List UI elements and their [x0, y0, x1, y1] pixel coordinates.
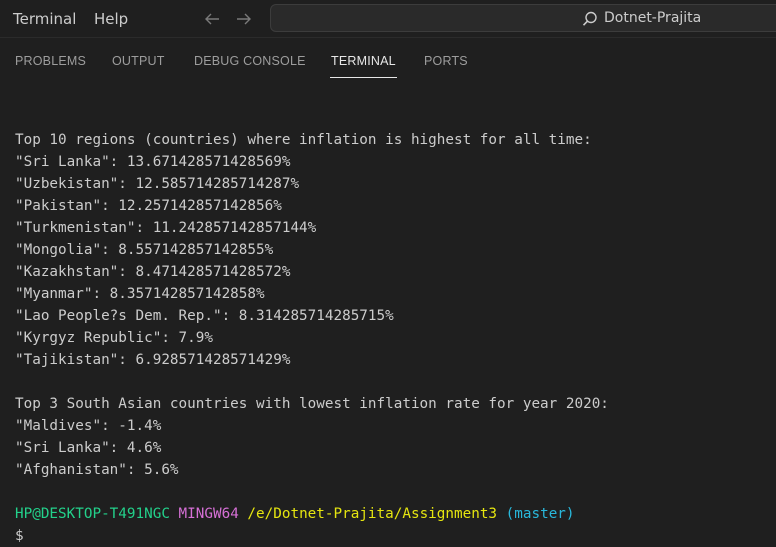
- tab-problems[interactable]: PROBLEMS: [15, 38, 86, 82]
- panel-tabs: PROBLEMS OUTPUT DEBUG CONSOLE TERMINAL P…: [0, 38, 776, 82]
- terminal-output[interactable]: Top 10 regions (countries) where inflati…: [0, 82, 776, 544]
- terminal-line: Top 3 South Asian countries with lowest …: [15, 396, 609, 412]
- terminal-line: "Maldives": -1.4%: [15, 418, 162, 434]
- command-center-search[interactable]: Dotnet-Prajita: [270, 4, 776, 32]
- prompt-system: MINGW64: [178, 506, 239, 522]
- terminal-line: "Pakistan": 12.257142857142856%: [15, 198, 282, 214]
- shell-prompt: HP@DESKTOP-T491NGC MINGW64 /e/Dotnet-Pra…: [15, 503, 575, 525]
- terminal-line: "Sri Lanka": 13.671428571428569%: [15, 154, 291, 170]
- terminal-line: "Lao People?s Dem. Rep.": 8.314285714285…: [15, 308, 394, 324]
- terminal-line: "Turkmenistan": 11.242857142857144%: [15, 220, 317, 236]
- terminal-line: "Sri Lanka": 4.6%: [15, 440, 162, 456]
- search-text: Dotnet-Prajita: [604, 10, 702, 26]
- terminal-line: "Afghanistan": 5.6%: [15, 462, 179, 478]
- prompt-user-host: HP@DESKTOP-T491NGC: [15, 506, 170, 522]
- menu-help[interactable]: Help: [94, 0, 128, 38]
- forward-arrow-icon[interactable]: [233, 8, 255, 30]
- search-icon: [581, 10, 599, 28]
- tab-terminal[interactable]: TERMINAL: [331, 38, 396, 82]
- terminal-line: "Uzbekistan": 12.585714285714287%: [15, 176, 300, 192]
- terminal-line: "Kyrgyz Republic": 7.9%: [15, 330, 213, 346]
- terminal-line: "Myanmar": 8.357142857142858%: [15, 286, 265, 302]
- back-arrow-icon[interactable]: [201, 8, 223, 30]
- active-tab-indicator: [330, 77, 397, 78]
- title-bar: Terminal Help Dotnet-Prajita: [0, 0, 776, 38]
- terminal-line: "Mongolia": 8.557142857142855%: [15, 242, 274, 258]
- tab-ports[interactable]: PORTS: [424, 38, 468, 82]
- terminal-line: Top 10 regions (countries) where inflati…: [15, 132, 592, 148]
- terminal-line: "Kazakhstan": 8.471428571428572%: [15, 264, 291, 280]
- prompt-symbol: $: [15, 528, 24, 544]
- prompt-path: /e/Dotnet-Prajita/Assignment3: [247, 506, 498, 522]
- tab-output[interactable]: OUTPUT: [112, 38, 165, 82]
- terminal-line: "Tajikistan": 6.928571428571429%: [15, 352, 291, 368]
- tab-debug-console[interactable]: DEBUG CONSOLE: [194, 38, 306, 82]
- menu-terminal[interactable]: Terminal: [13, 0, 76, 38]
- prompt-branch: (master): [505, 506, 575, 522]
